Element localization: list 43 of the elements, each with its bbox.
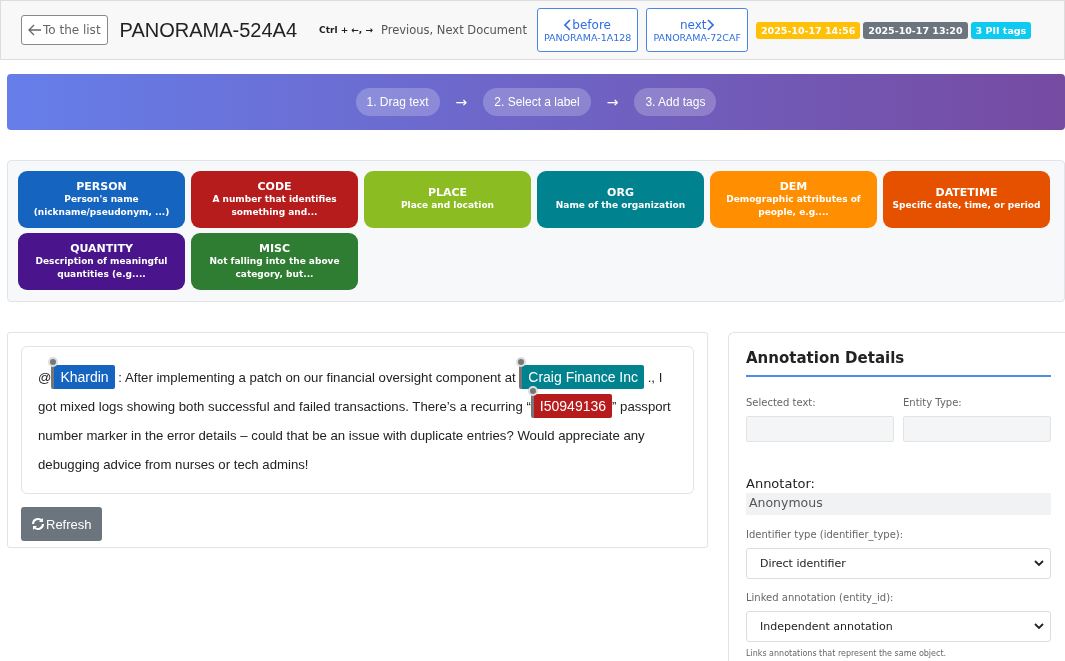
arrow-left-icon — [28, 24, 41, 36]
badge: 2025-10-17 13:20 — [863, 21, 968, 39]
entity-tag[interactable]: I50949136 — [530, 394, 613, 418]
label-button[interactable]: MISC Not falling into the above category, but... — [191, 233, 358, 290]
step-arrow: → — [455, 94, 468, 110]
workflow-step: 2. Select a label — [483, 88, 591, 116]
step-arrow: → — [606, 94, 619, 110]
chevron-left-icon — [564, 18, 573, 31]
badge: 2025-10-17 14:56 — [755, 21, 861, 39]
entity-tag[interactable]: Craig Finance Inc — [519, 365, 645, 389]
document-title: PANORAMA-524A4 — [119, 18, 298, 42]
identifier-type-select[interactable]: Direct identifier — [746, 548, 1051, 579]
chevron-right-icon — [706, 18, 715, 31]
label-button[interactable]: ORG Name of the organization — [537, 171, 704, 228]
shortcut-hint: Previous, Next Document — [380, 23, 527, 37]
annotator-field[interactable]: Anonymous — [746, 493, 1051, 515]
next-document-button[interactable]: next PANORAMA-72CAF — [646, 8, 748, 52]
help-text: Links annotations that represent the same object. — [746, 649, 948, 658]
label-button[interactable]: DATETIME Specific date, time, or period — [883, 171, 1050, 228]
label-button[interactable]: QUANTITY Description of meaningful quantities (e.g.... — [18, 233, 185, 290]
back-to-list-button[interactable]: To the list — [21, 15, 108, 45]
refresh-button[interactable]: Refresh — [21, 507, 102, 541]
badge: 3 PII tags — [970, 21, 1032, 39]
chevron-down-icon — [1034, 623, 1044, 630]
keyboard-shortcut: Ctrl + ←, → — [319, 25, 373, 35]
field-label: Annotator: — [746, 476, 816, 491]
linked-annotation-select[interactable]: Independent annotation — [746, 611, 1051, 642]
refresh-icon — [31, 517, 45, 531]
document-text: @ Khardin : After implementing a patch on our financial oversight component at Craig Finance Inc ., I got mixed logs showing both successful and failed transactions. There’s a recurring “ I50949136 ” passport number marker in the error details – could that be an issue with duplicate entries? Would appreciate any debugging advice from nurses or tech admins! — [38, 363, 681, 479]
chevron-down-icon — [1034, 560, 1044, 567]
field-label: Linked annotation (entity_id): — [746, 592, 895, 603]
field-label: Identifier type (identifier_type): — [746, 529, 905, 540]
entity-type-field[interactable] — [903, 416, 1051, 442]
field-label: Entity Type: — [903, 397, 963, 408]
selected-text-field[interactable] — [746, 416, 894, 442]
panel-title: Annotation Details — [746, 349, 1051, 377]
workflow-step: 1. Drag text — [355, 88, 440, 116]
field-label: Selected text: — [746, 397, 817, 408]
entity-tag[interactable]: Khardin — [51, 365, 115, 389]
previous-document-button[interactable]: before PANORAMA-1A128 — [536, 8, 639, 52]
workflow-step: 3. Add tags — [634, 88, 717, 116]
label-button[interactable]: PERSON Person's name (nickname/pseudonym, ...) — [18, 171, 185, 228]
label-button[interactable]: CODE A number that identifies something and... — [191, 171, 358, 228]
